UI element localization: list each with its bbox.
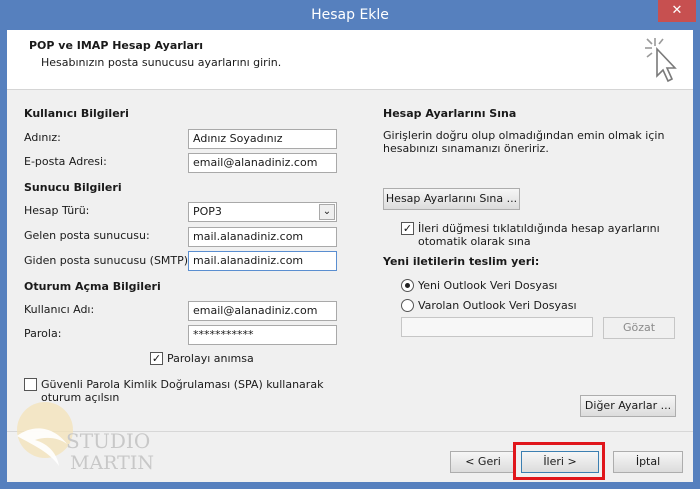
login-info-heading: Oturum Açma Bilgileri (24, 280, 161, 293)
window-title: Hesap Ekle (311, 7, 389, 23)
auto-test-label-line2: otomatik olarak sına (418, 235, 531, 248)
user-info-heading: Kullanıcı Bilgileri (24, 107, 129, 120)
header-title: POP ve IMAP Hesap Ayarları (29, 39, 204, 52)
chevron-down-icon[interactable]: ⌄ (319, 204, 335, 220)
name-input[interactable]: Adınız Soyadınız (188, 129, 337, 149)
incoming-server-label: Gelen posta sunucusu: (24, 229, 150, 242)
username-label: Kullanıcı Adı: (24, 303, 95, 316)
spa-label-line1: Güvenli Parola Kimlik Doğrulaması (SPA) … (41, 378, 324, 391)
dialog-header: POP ve IMAP Hesap Ayarları Hesabınızın p… (7, 30, 693, 90)
account-type-value: POP3 (193, 205, 222, 218)
existing-data-file-label: Varolan Outlook Veri Dosyası (418, 299, 577, 312)
title-bar[interactable]: Hesap Ekle ✕ (0, 0, 700, 30)
outgoing-server-input[interactable]: mail.alanadiniz.com (188, 251, 337, 271)
existing-data-file-radio[interactable] (401, 299, 414, 312)
cancel-button[interactable]: İptal (613, 451, 683, 473)
remember-password-checkbox[interactable]: ✓ (150, 352, 163, 365)
email-input[interactable]: email@alanadiniz.com (188, 153, 337, 173)
new-data-file-radio[interactable] (401, 279, 414, 292)
auto-test-label-line1: İleri düğmesi tıklatıldığında hesap ayar… (418, 222, 660, 235)
server-info-heading: Sunucu Bilgileri (24, 181, 122, 194)
auto-test-checkbox[interactable]: ✓ (401, 222, 414, 235)
next-button-highlight (513, 442, 605, 480)
username-input[interactable]: email@alanadiniz.com (188, 301, 337, 321)
new-data-file-label: Yeni Outlook Veri Dosyası (418, 279, 558, 292)
delivery-heading: Yeni iletilerin teslim yeri: (383, 255, 540, 268)
password-label: Parola: (24, 327, 62, 340)
test-description-line2: hesabınızı sınamanızı öneririz. (383, 142, 549, 155)
browse-button[interactable]: Gözat (603, 317, 675, 339)
test-settings-heading: Hesap Ayarlarını Sına (383, 107, 517, 120)
incoming-server-input[interactable]: mail.alanadiniz.com (188, 227, 337, 247)
header-subtitle: Hesabınızın posta sunucusu ayarlarını gi… (41, 56, 282, 69)
email-label: E-posta Adresi: (24, 155, 107, 168)
spa-checkbox[interactable] (24, 378, 37, 391)
dialog-window: Hesap Ekle ✕ POP ve IMAP Hesap Ayarları … (0, 0, 700, 489)
outgoing-server-label: Giden posta sunucusu (SMTP): (24, 254, 192, 267)
password-input[interactable]: *********** (188, 325, 337, 345)
remember-password-label: Parolayı anımsa (167, 352, 254, 365)
watermark-line1: STUDIO (66, 429, 151, 453)
more-settings-button[interactable]: Diğer Ayarlar ... (580, 395, 676, 417)
back-button[interactable]: < Geri (450, 451, 516, 473)
cursor-click-icon (645, 38, 677, 83)
watermark-line2: MARTIN (70, 452, 154, 474)
account-type-label: Hesap Türü: (24, 204, 90, 217)
close-button[interactable]: ✕ (658, 0, 696, 22)
account-type-select[interactable]: POP3 ⌄ (188, 202, 337, 222)
test-account-settings-button[interactable]: Hesap Ayarlarını Sına ... (383, 188, 520, 210)
test-description-line1: Girişlerin doğru olup olmadığından emin … (383, 129, 665, 142)
name-label: Adınız: (24, 131, 61, 144)
data-file-path-input[interactable] (401, 317, 593, 337)
